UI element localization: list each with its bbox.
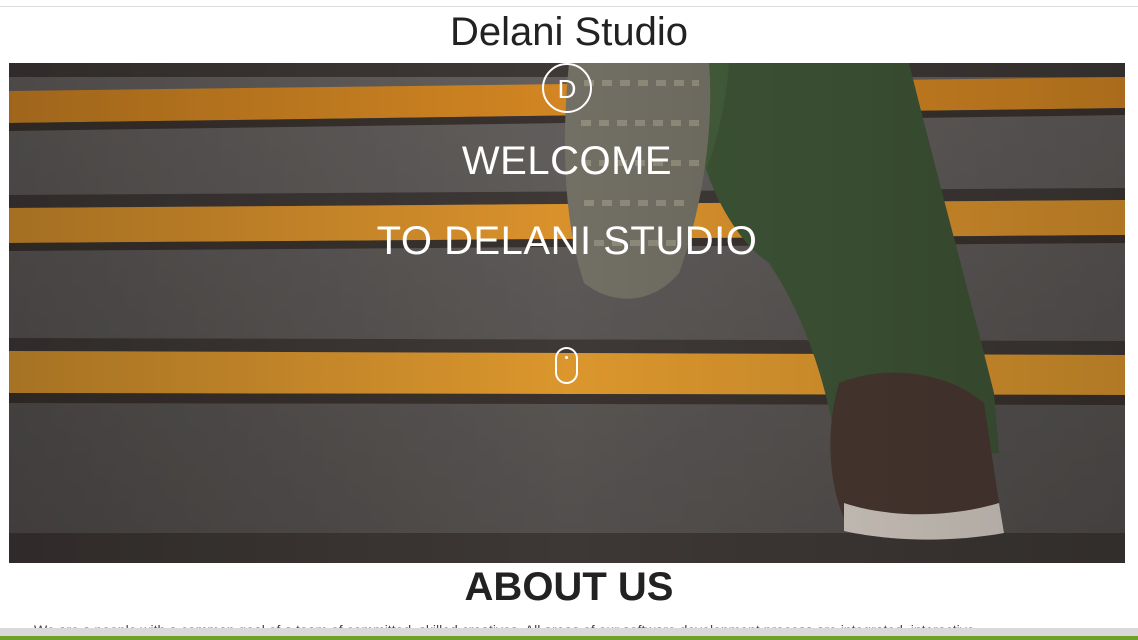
about-section-title: ABOUT US [464,565,674,609]
site-title: Delani Studio [450,10,688,54]
logo-badge[interactable]: D [542,63,592,113]
hero-background-image [9,63,1125,563]
hero-banner: D WELCOME TO DELANI STUDIO [9,63,1125,563]
page-bottom-bar [0,628,1138,640]
hero-heading-welcome: WELCOME [461,139,673,183]
hero-heading-studio: TO DELANI STUDIO [376,219,758,263]
mouse-scroll-icon[interactable] [555,347,578,384]
top-border [0,0,1138,7]
